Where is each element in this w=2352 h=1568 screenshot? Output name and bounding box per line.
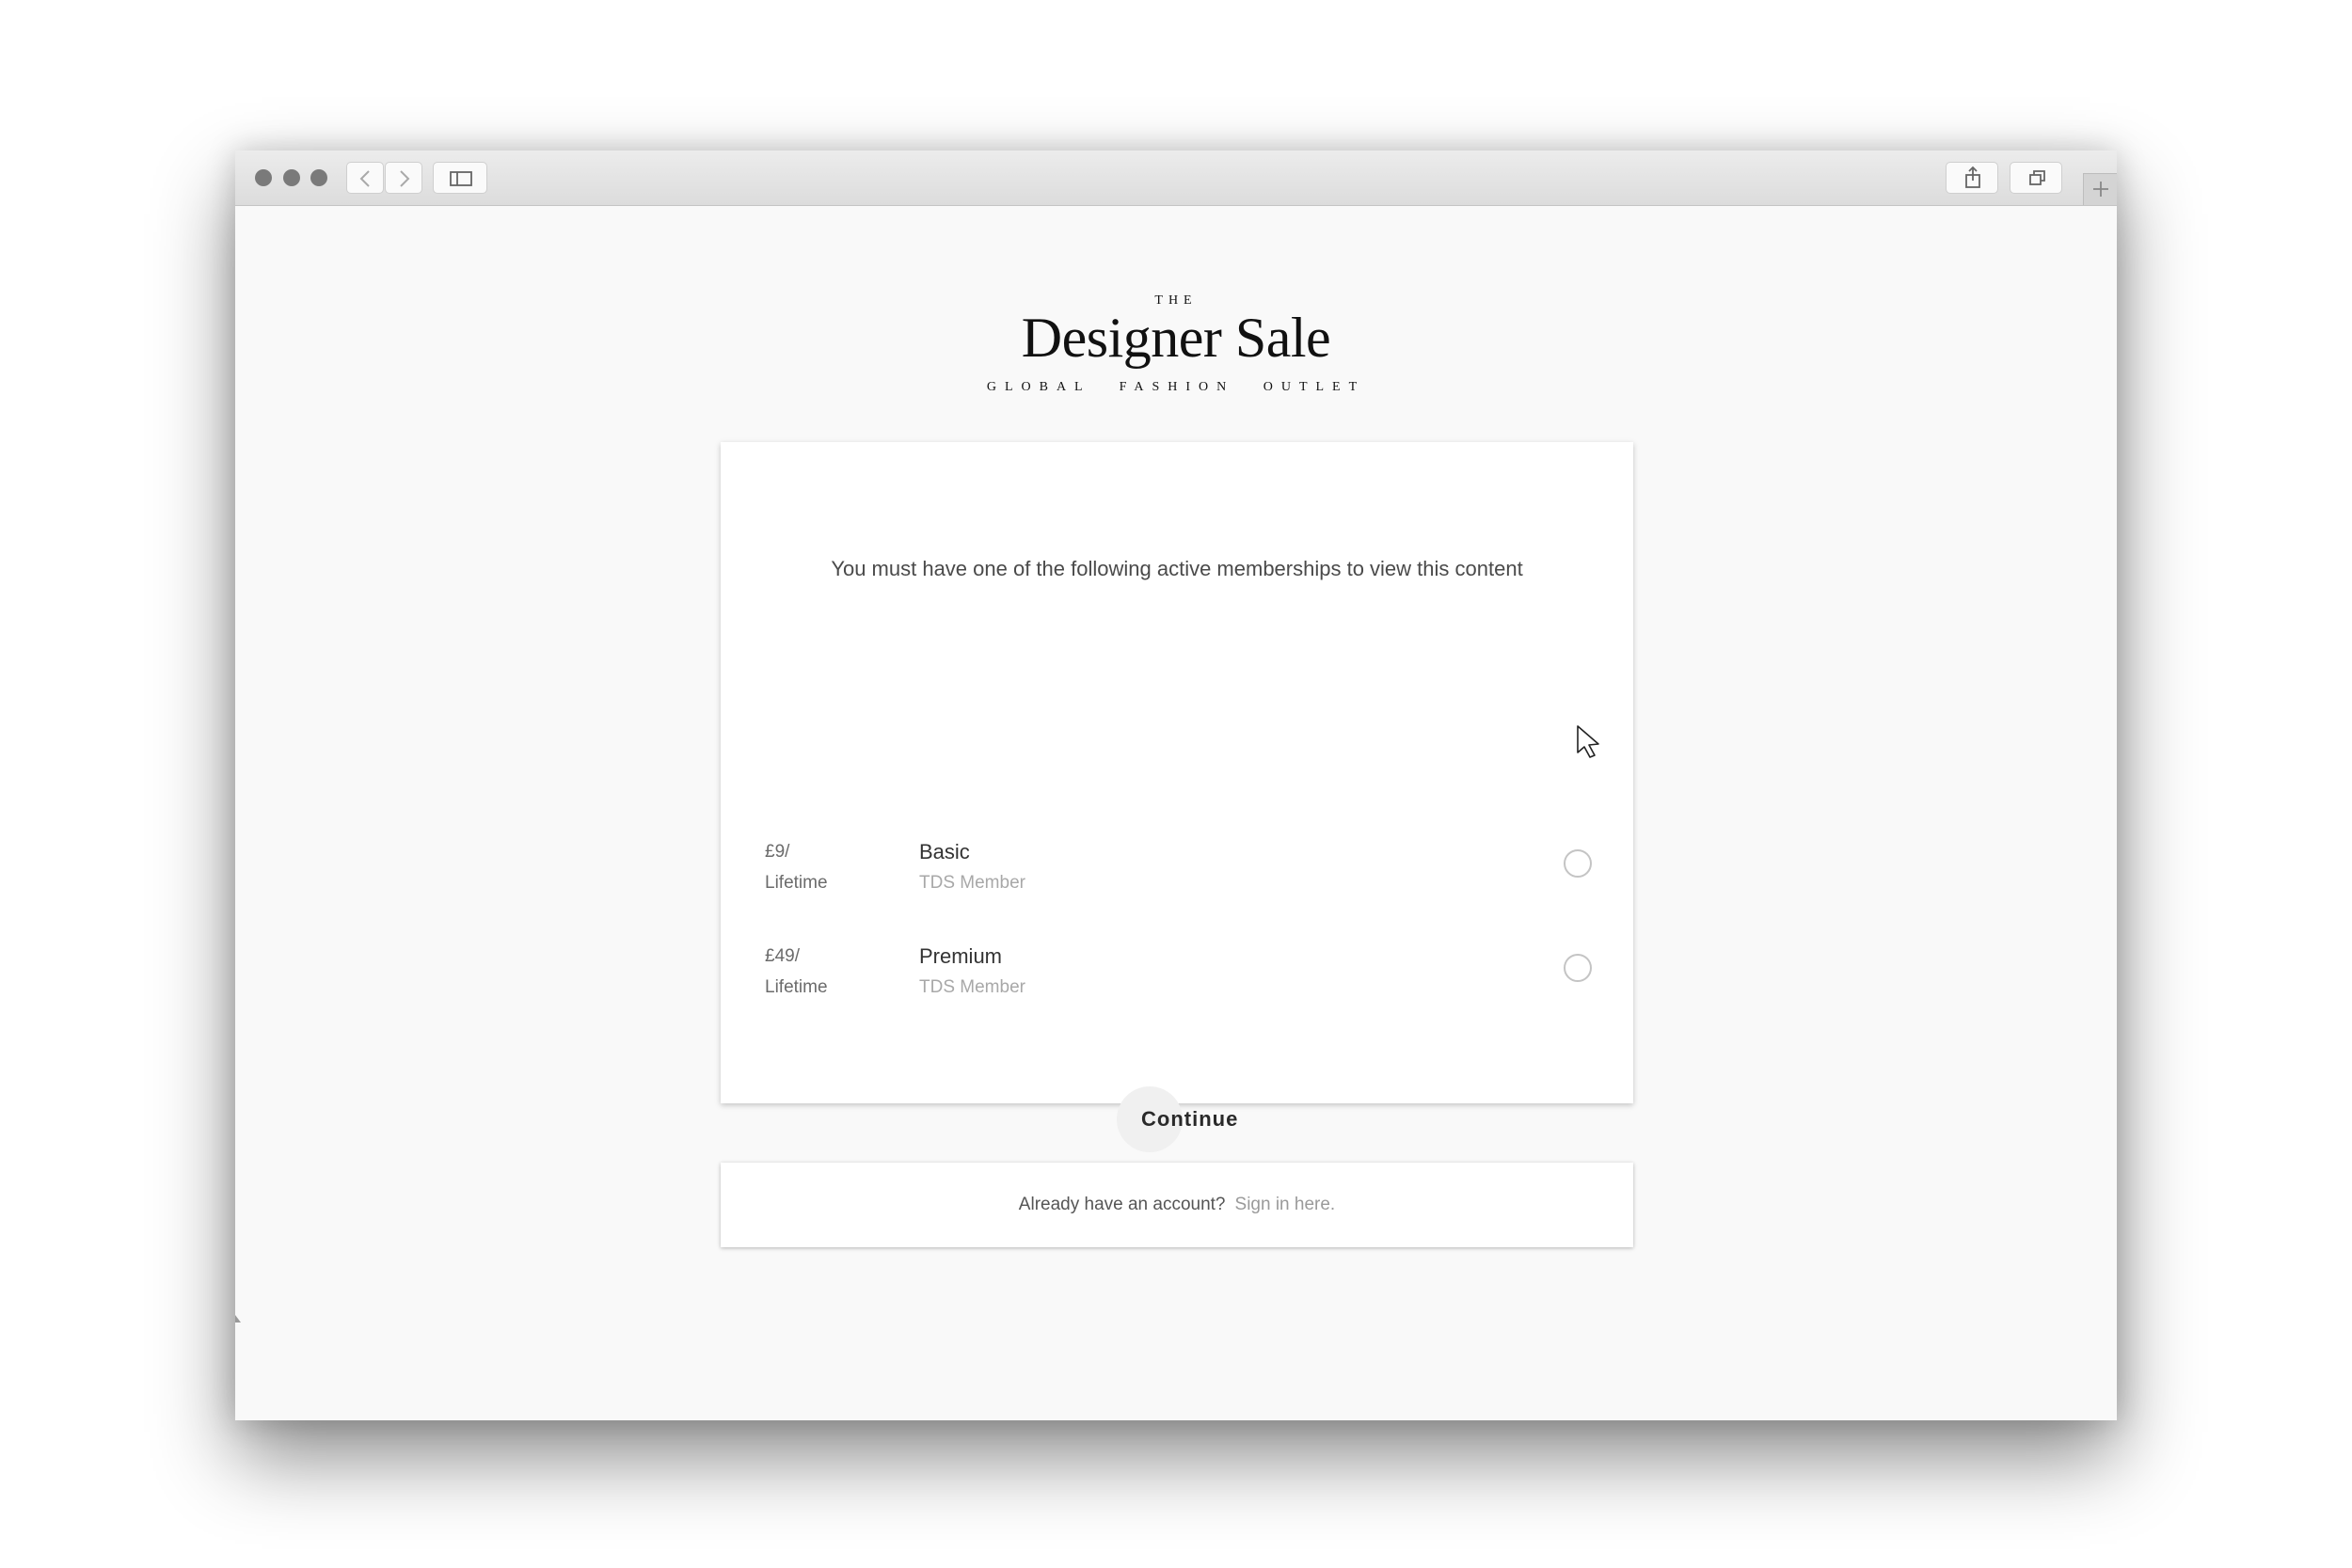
plan-price: £49/: [765, 946, 800, 966]
chevron-left-icon: [359, 170, 370, 187]
plan-type: TDS Member: [919, 977, 1025, 997]
zoom-window-button[interactable]: [310, 169, 327, 186]
show-tabs-button[interactable]: [2010, 162, 2062, 194]
plan-type: TDS Member: [919, 873, 1025, 893]
plan-option-basic[interactable]: £9/ Lifetime Basic TDS Member: [721, 840, 1633, 917]
chevron-right-icon: [400, 170, 410, 187]
plan-period: Lifetime: [765, 977, 828, 997]
membership-card: You must have one of the following activ…: [721, 442, 1633, 1152]
edge-marker-icon: [235, 1315, 241, 1323]
tabs-icon: [2029, 170, 2045, 185]
close-window-button[interactable]: [255, 169, 272, 186]
signin-question: Already have an account?: [1018, 1195, 1226, 1214]
plan-name: Basic: [919, 840, 970, 863]
plan-basic-radio[interactable]: [1564, 849, 1592, 878]
mouse-pointer-icon: [1577, 725, 1599, 758]
share-button[interactable]: [1946, 162, 1998, 194]
new-tab-button[interactable]: [2083, 173, 2117, 205]
signin-box: Already have an account? Sign in here.: [721, 1163, 1633, 1247]
logo-tagline: GLOBAL FASHION OUTLET: [986, 380, 1366, 394]
sidebar-toggle-button[interactable]: [433, 162, 487, 194]
plan-price: £9/: [765, 842, 790, 862]
logo-wordmark[interactable]: Designer Sale: [235, 306, 2117, 371]
signin-link[interactable]: Sign in here.: [1235, 1195, 1336, 1214]
share-icon: [1965, 166, 1980, 188]
forward-button[interactable]: [385, 162, 422, 194]
browser-window: THE Designer Sale GLOBAL FASHION OUTLET …: [235, 150, 2117, 1420]
plus-icon: [2093, 182, 2108, 197]
plan-option-premium[interactable]: £49/ Lifetime Premium TDS Member: [721, 944, 1633, 1022]
plan-name: Premium: [919, 944, 1003, 968]
plan-premium-radio[interactable]: [1564, 954, 1592, 982]
plan-period: Lifetime: [765, 873, 828, 893]
back-button[interactable]: [346, 162, 384, 194]
sidebar-icon: [450, 171, 472, 186]
continue-button[interactable]: Continue: [1117, 1086, 1238, 1152]
membership-notice: You must have one of the following activ…: [831, 557, 1523, 580]
minimize-window-button[interactable]: [283, 169, 300, 186]
continue-label: Continue: [1141, 1107, 1239, 1131]
browser-toolbar: [235, 150, 2117, 206]
